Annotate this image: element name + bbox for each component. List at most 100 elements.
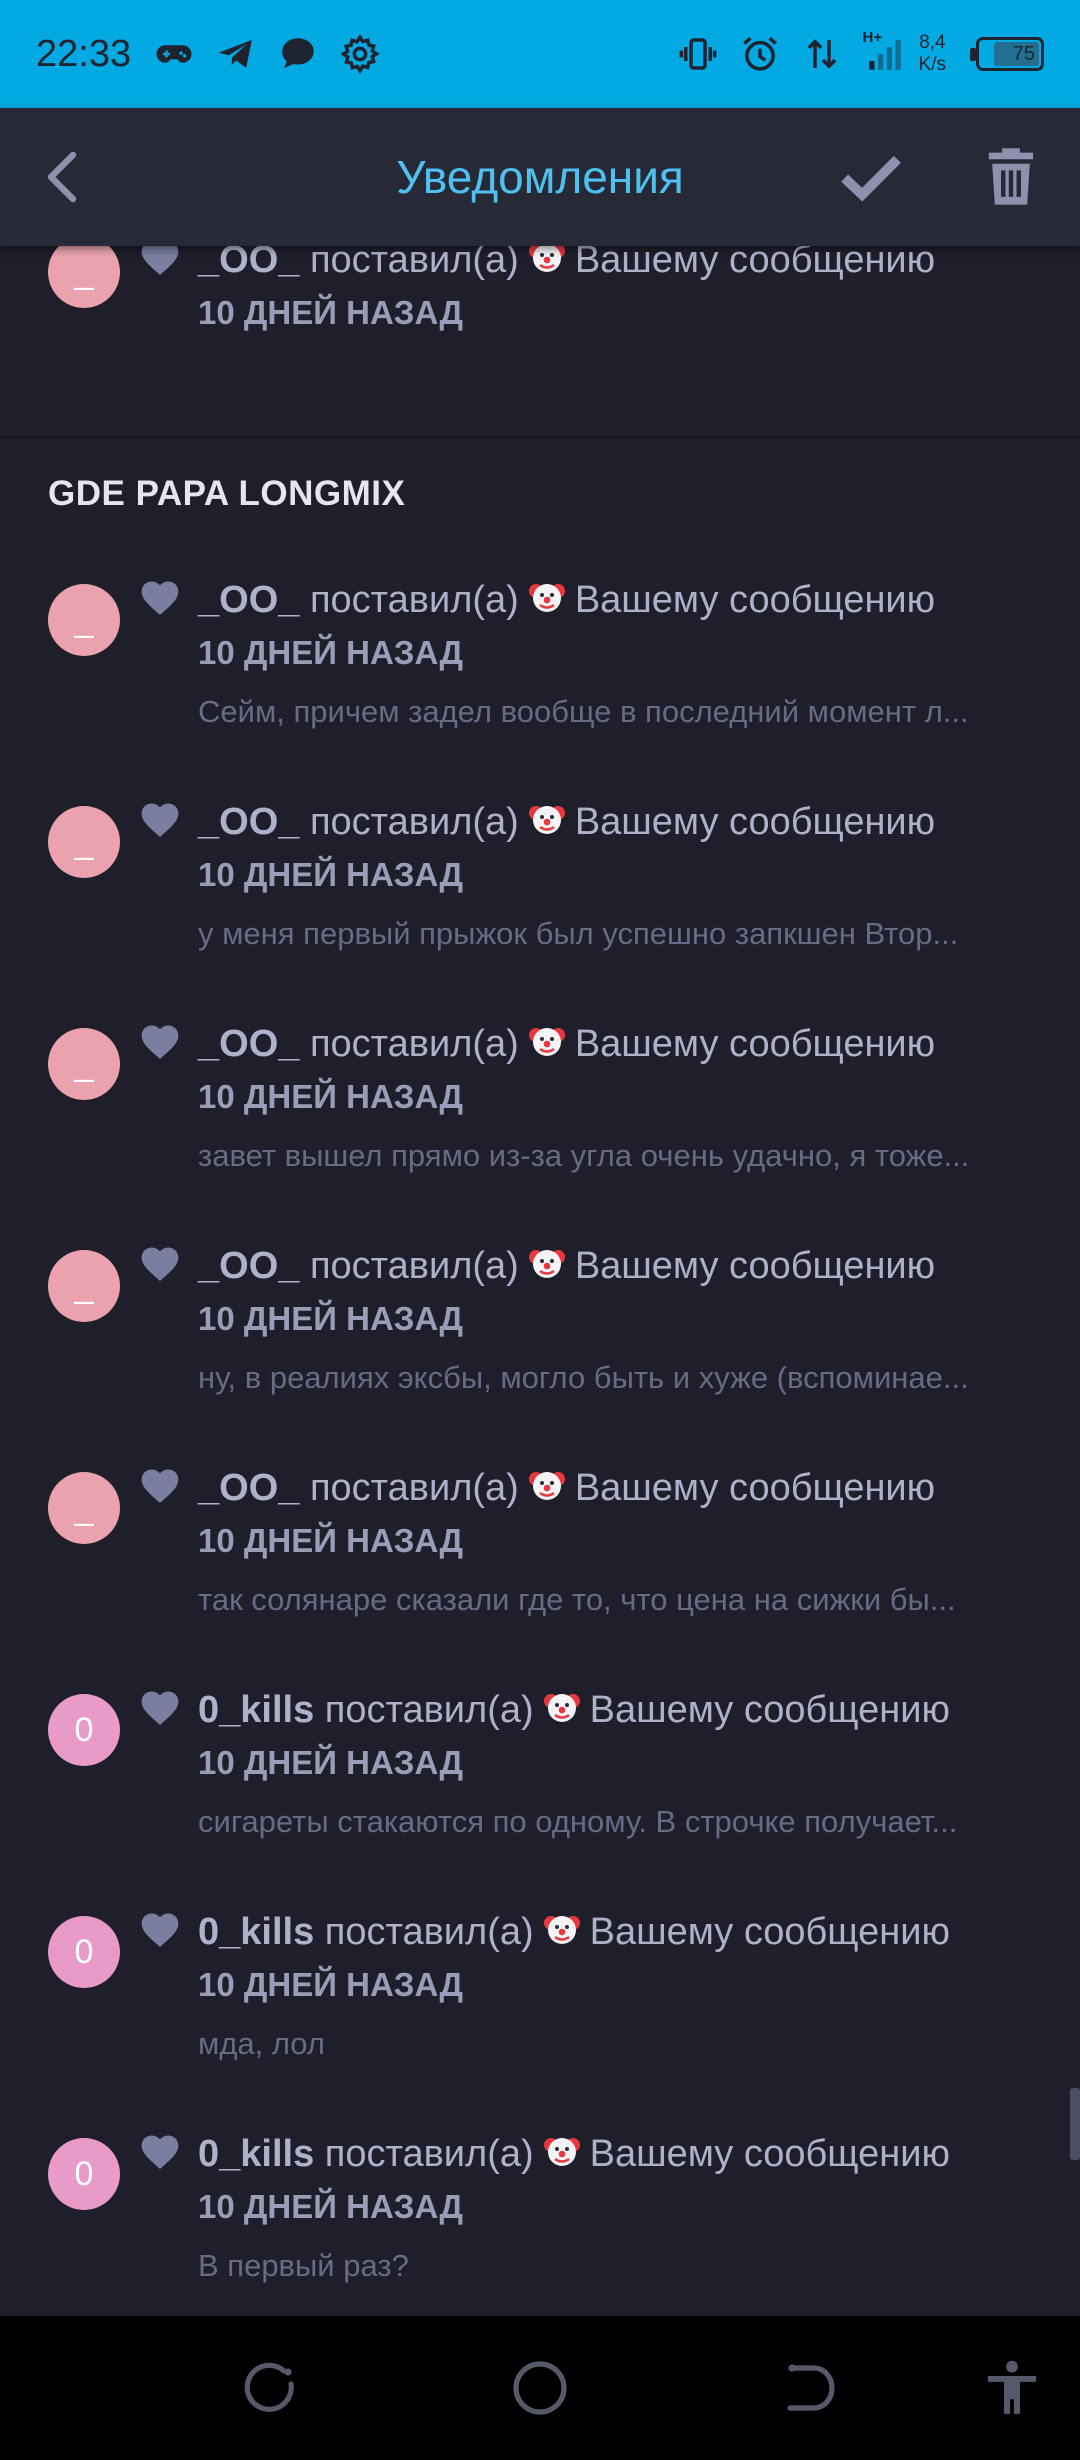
avatar[interactable]: 0 xyxy=(48,1694,120,1766)
gamepad-icon xyxy=(156,45,192,63)
alarm-icon xyxy=(742,36,777,71)
notification-item[interactable]: _ _OO_ поставил(а) Вашему сообщению 10 ДНЕЙ… xyxy=(0,576,1080,796)
target-link[interactable]: Вашему сообщению xyxy=(590,1689,950,1731)
notification-text: _OO_ поставил(а) Вашему сообщению xyxy=(198,1242,935,1289)
notification-item[interactable]: 0 0_kills поставил(а) Вашему сообщению 10 Д… xyxy=(0,2130,1080,2316)
target-link[interactable]: Вашему сообщению xyxy=(575,579,935,621)
notification-text: _OO_ поставил(а) Вашему сообщению xyxy=(198,1020,935,1067)
heart-icon xyxy=(141,1025,179,1060)
delete-all-button[interactable] xyxy=(976,142,1046,212)
username-link[interactable]: 0_kills xyxy=(198,2133,314,2175)
avatar[interactable]: _ xyxy=(48,246,120,308)
notification-text: 0_kills поставил(а) Вашему сообщению xyxy=(198,1908,950,1955)
clown-emoji-icon xyxy=(528,1028,565,1056)
mark-all-read-button[interactable] xyxy=(836,142,906,212)
notification-text: _OO_ поставил(а) Вашему сообщению xyxy=(198,576,935,623)
section-divider xyxy=(0,436,1080,438)
clown-emoji-icon xyxy=(528,806,565,834)
target-link[interactable]: Вашему сообщению xyxy=(575,1245,935,1287)
target-link[interactable]: Вашему сообщению xyxy=(590,1911,950,1953)
target-link[interactable]: Вашему сообщению xyxy=(575,1023,935,1065)
avatar[interactable]: _ xyxy=(48,806,120,878)
notification-item[interactable]: 0 0_kills поставил(а) Вашему сообщению 10 Д… xyxy=(0,1908,1080,2128)
heart-icon xyxy=(141,246,179,276)
message-preview[interactable]: у меня первый прыжок был успешно запкшен… xyxy=(198,916,1028,952)
action-text: поставил(а) xyxy=(309,1245,519,1287)
vibrate-icon xyxy=(679,38,716,70)
heart-icon xyxy=(141,2135,179,2170)
battery-indicator: 75 xyxy=(970,37,1044,71)
username-link[interactable]: _OO_ xyxy=(198,1467,299,1509)
message-preview[interactable]: В первый раз? xyxy=(198,2248,1028,2284)
username-link[interactable]: _OO_ xyxy=(198,246,299,281)
target-link[interactable]: Вашему сообщению xyxy=(590,2133,950,2175)
notification-item[interactable]: _ _OO_ поставил(а) Вашему сообщению 10 ДНЕЙ… xyxy=(0,798,1080,1018)
clown-emoji-icon xyxy=(543,2138,580,2166)
recent-apps-button[interactable] xyxy=(240,2358,300,2418)
back-nav-button[interactable] xyxy=(780,2358,840,2418)
target-link[interactable]: Вашему сообщению xyxy=(575,801,935,843)
heart-icon xyxy=(141,581,179,616)
notification-text: 0_kills поставил(а) Вашему сообщению xyxy=(198,1686,950,1733)
message-preview[interactable]: ну, в реалиях эксбы, могло быть и хуже (… xyxy=(198,1360,1028,1396)
net-speed: 8,4 K/s xyxy=(919,32,946,76)
clown-emoji-icon xyxy=(528,1472,565,1500)
heart-icon xyxy=(141,1469,179,1504)
clown-emoji-icon xyxy=(543,1694,580,1722)
avatar[interactable]: 0 xyxy=(48,1916,120,1988)
username-link[interactable]: 0_kills xyxy=(198,1911,314,1953)
username-link[interactable]: _OO_ xyxy=(198,801,299,843)
username-link[interactable]: _OO_ xyxy=(198,1023,299,1065)
notification-item[interactable]: _ _OO_ поставил(а) Вашему сообщению 10 ДНЕЙ… xyxy=(0,1464,1080,1684)
message-preview[interactable]: сигареты стакаются по одному. В строчке … xyxy=(198,1804,1028,1840)
message-preview[interactable]: Сейм, причем задел вообще в последний мо… xyxy=(198,694,1028,730)
notification-time: 10 ДНЕЙ НАЗАД xyxy=(198,1078,464,1115)
avatar[interactable]: _ xyxy=(48,1028,120,1100)
notification-text: _OO_ поставил(а) Вашему сообщению xyxy=(198,798,935,845)
target-link[interactable]: Вашему сообщению xyxy=(575,1467,935,1509)
notification-time: 10 ДНЕЙ НАЗАД xyxy=(198,2188,464,2225)
avatar[interactable]: _ xyxy=(48,1472,120,1544)
username-link[interactable]: _OO_ xyxy=(198,1245,299,1287)
section-title[interactable]: GDE PAPA LONGMIX xyxy=(48,474,405,514)
notification-text: _OO_ поставил(а) Вашему сообщению xyxy=(198,246,935,283)
notification-item-partial[interactable]: _ _OO_ поставил(а) Вашему сообщению 10 ДН… xyxy=(0,246,1080,456)
notification-time: 10 ДНЕЙ НАЗАД xyxy=(198,1744,464,1781)
notification-text: _OO_ поставил(а) Вашему сообщению xyxy=(198,1464,935,1511)
username-link[interactable]: _OO_ xyxy=(198,579,299,621)
battery-percent: 75 xyxy=(1012,42,1035,65)
data-transfer-icon xyxy=(807,39,836,69)
app-bar: Уведомления xyxy=(0,108,1080,246)
notification-time: 10 ДНЕЙ НАЗАД xyxy=(198,294,464,331)
notification-item[interactable]: _ _OO_ поставил(а) Вашему сообщению 10 ДНЕЙ… xyxy=(0,1020,1080,1240)
action-text: поставил(а) xyxy=(309,801,519,843)
notification-item[interactable]: 0 0_kills поставил(а) Вашему сообщению 10 Д… xyxy=(0,1686,1080,1906)
avatar[interactable]: 0 xyxy=(48,2138,120,2210)
avatar[interactable]: _ xyxy=(48,1250,120,1322)
trash-icon xyxy=(988,148,1034,205)
accessibility-icon[interactable] xyxy=(980,2356,1044,2420)
clown-emoji-icon xyxy=(528,246,565,272)
message-preview[interactable]: мда, лол xyxy=(198,2026,1028,2062)
action-text: поставил(а) xyxy=(324,1689,534,1731)
home-button[interactable] xyxy=(510,2358,570,2418)
heart-icon xyxy=(141,1247,179,1282)
scrollbar-thumb[interactable] xyxy=(1070,2088,1080,2160)
status-bar: 22:33 H+ 8,4 K/s 75 xyxy=(0,0,1080,108)
net-speed-value: 8,4 xyxy=(919,32,946,53)
avatar[interactable]: _ xyxy=(48,584,120,656)
notification-time: 10 ДНЕЙ НАЗАД xyxy=(198,1966,464,2003)
net-speed-unit: K/s xyxy=(918,54,946,75)
username-link[interactable]: 0_kills xyxy=(198,1689,314,1731)
notification-item[interactable]: _ _OO_ поставил(а) Вашему сообщению 10 ДНЕЙ… xyxy=(0,1242,1080,1462)
action-text: поставил(а) xyxy=(309,246,519,281)
chat-bubble-icon xyxy=(282,38,314,68)
notification-list[interactable]: _ _OO_ поставил(а) Вашему сообщению 10 ДН… xyxy=(0,246,1080,2316)
action-text: поставил(а) xyxy=(309,1467,519,1509)
message-preview[interactable]: так солянаре сказали где то, что цена на… xyxy=(198,1582,1028,1618)
settings-gear-icon xyxy=(340,34,380,74)
message-preview[interactable]: завет вышел прямо из-за угла очень удачн… xyxy=(198,1138,1028,1174)
page-title: Уведомления xyxy=(396,151,684,203)
status-right: H+ 8,4 K/s 75 xyxy=(677,29,1044,76)
target-link[interactable]: Вашему сообщению xyxy=(575,246,935,281)
